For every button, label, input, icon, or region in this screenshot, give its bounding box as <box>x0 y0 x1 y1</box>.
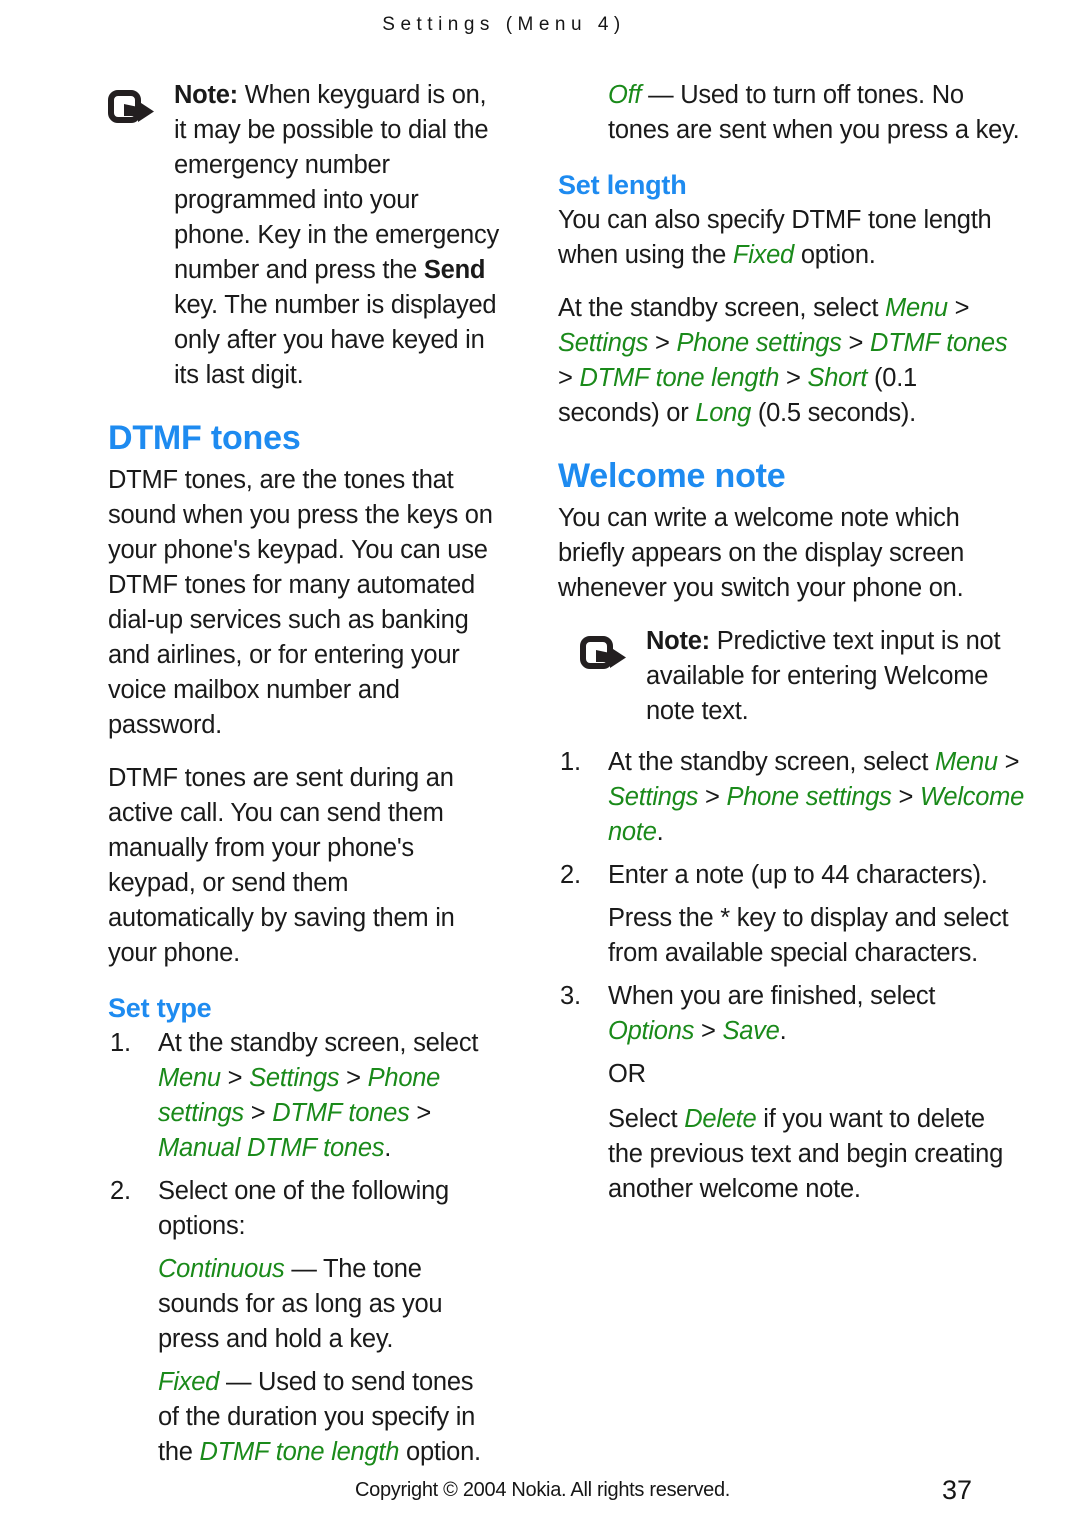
or-separator-label: OR <box>608 1060 646 1089</box>
note-predictive-text-body: Note: Predictive text input is not avail… <box>646 624 1025 729</box>
step-text: At the standby screen, select <box>608 748 929 777</box>
step-text: Enter a note (up to 44 characters). <box>608 861 988 890</box>
step-text: When you are finished, select <box>608 982 936 1011</box>
note-text-after: key. The number is displayed only after … <box>174 291 497 389</box>
nav-part: Short <box>807 364 868 393</box>
right-column: Off — Used to turn off tones. No tones a… <box>540 78 1080 1438</box>
step2-substep-special-characters: Press the * key to display and select fr… <box>608 904 1009 968</box>
nav-separator: > <box>1004 748 1020 777</box>
nav-term-delete: Delete <box>684 1105 757 1134</box>
copyright-notice: Copyright © 2004 Nokia. All rights reser… <box>355 1478 731 1501</box>
nav-part: DTMF tones <box>870 329 1008 358</box>
running-header: Settings (Menu 4) <box>0 14 1080 36</box>
option-term: Off <box>608 81 642 109</box>
paragraph-set-length-path: At the standby screen, select Menu > Set… <box>558 291 1025 431</box>
delete-text-before: Select <box>608 1105 685 1134</box>
note-predictive-text: Note: Predictive text input is not avail… <box>558 624 1025 729</box>
step-item: At the standby screen, select Menu > Set… <box>558 745 1025 850</box>
nav-separator: > <box>416 1099 432 1128</box>
option-term: Continuous <box>158 1255 285 1284</box>
nav-separator: > <box>250 1099 266 1128</box>
nav-separator: > <box>346 1064 361 1093</box>
nav-separator: > <box>704 783 720 812</box>
nav-part: Phone settings <box>726 783 892 812</box>
paragraph-set-length: You can also specify DTMF tone length wh… <box>558 203 1025 273</box>
paragraph-text-after: option. <box>793 241 876 270</box>
nav-separator: > <box>654 329 670 358</box>
option-description-after: option. <box>399 1438 481 1467</box>
step-text: At the standby screen, select <box>158 1029 479 1058</box>
steps-welcome-note-continued: When you are finished, select Options > … <box>558 979 1025 1049</box>
subtitle-set-length: Set length <box>558 170 687 200</box>
option-dash: — <box>284 1255 323 1284</box>
option-continuous: Continuous — The tone sounds for as long… <box>108 1252 500 1357</box>
nav-period: . <box>384 1134 392 1163</box>
path-lead-text: At the standby screen, select <box>558 294 886 323</box>
section-title-welcome-note: Welcome note <box>558 457 786 496</box>
nav-separator: > <box>848 329 864 358</box>
nav-period: . <box>779 1017 787 1046</box>
nav-part: Menu <box>885 294 948 323</box>
note-text-before: When keyguard is on, it may be possible … <box>174 81 499 284</box>
running-header-title: Settings (Menu 4) <box>382 14 626 35</box>
step-item: Enter a note (up to 44 characters). <box>558 858 1025 893</box>
nav-separator: > <box>558 364 573 393</box>
nav-term-long: Long <box>695 399 752 428</box>
paragraph-welcome-note: You can write a welcome note which brief… <box>558 504 965 603</box>
section-title-dtmf-tones: DTMF tones <box>108 419 301 457</box>
paragraph-delete-option: Select Delete if you want to delete the … <box>558 1102 1025 1207</box>
step-text: Select one of the following options: <box>158 1177 449 1241</box>
nav-separator: > <box>954 294 970 323</box>
nav-part: Settings <box>608 783 699 812</box>
paragraph-dtmf-intro: DTMF tones, are the tones that sound whe… <box>108 466 493 740</box>
note-arrow-icon <box>108 90 160 130</box>
nav-separator: > <box>785 364 801 393</box>
nav-separator: > <box>700 1017 716 1046</box>
note-label: Note: <box>174 81 238 109</box>
step-item: Select one of the following options: <box>108 1174 500 1244</box>
nav-part: DTMF tone length <box>579 364 780 393</box>
note-keyguard-text: Note: When keyguard is on, it may be pos… <box>174 78 500 393</box>
page-number: 37 <box>941 1474 972 1505</box>
page-footer: Copyright © 2004 Nokia. All rights reser… <box>0 1470 1080 1510</box>
step-item: At the standby screen, select Menu > Set… <box>108 1026 500 1166</box>
option-off: Off — Used to turn off tones. No tones a… <box>558 78 1025 148</box>
nav-part: Options <box>608 1017 695 1046</box>
nav-part: Phone settings <box>676 329 842 358</box>
nav-path-set-type: Menu > Settings > Phone settings > DTMF … <box>158 1064 440 1162</box>
nav-part: Menu <box>158 1064 221 1093</box>
nav-part: Settings <box>558 329 649 358</box>
nav-path-options-save: Options > Save. <box>608 1017 787 1046</box>
nav-part: Save <box>722 1017 780 1046</box>
note-arrow-icon <box>580 636 632 676</box>
nav-term-fixed: Fixed <box>732 241 794 270</box>
nav-separator: > <box>898 783 914 812</box>
option-fixed: Fixed — Used to send tones of the durati… <box>108 1365 500 1470</box>
nav-part: Menu <box>935 748 998 777</box>
step-item: When you are finished, select Options > … <box>558 979 1025 1049</box>
nav-period: . <box>656 818 664 847</box>
nav-term-dtmf-tone-length: DTMF tone length <box>199 1438 400 1467</box>
steps-set-type: At the standby screen, select Menu > Set… <box>108 1026 500 1244</box>
note-keyguard: Note: When keyguard is on, it may be pos… <box>108 78 500 393</box>
note-bold-send: Send <box>423 256 486 284</box>
nav-separator: > <box>227 1064 243 1093</box>
steps-welcome-note: At the standby screen, select Menu > Set… <box>558 745 1025 893</box>
option-term: Fixed <box>158 1368 220 1397</box>
path-tail-text: (0.5 seconds). <box>751 399 916 428</box>
page-columns: Note: When keyguard is on, it may be pos… <box>0 78 1080 1466</box>
nav-part: Manual DTMF tones <box>158 1134 385 1163</box>
nav-part: DTMF tones <box>272 1099 410 1128</box>
option-dash: — <box>219 1368 259 1397</box>
nav-part: Settings <box>249 1064 340 1093</box>
left-column: Note: When keyguard is on, it may be pos… <box>0 78 540 1466</box>
subtitle-set-type: Set type <box>108 993 212 1024</box>
option-dash: — <box>641 81 681 109</box>
paragraph-dtmf-sending: DTMF tones are sent during an active cal… <box>108 764 455 968</box>
note-label: Note: <box>646 627 710 656</box>
